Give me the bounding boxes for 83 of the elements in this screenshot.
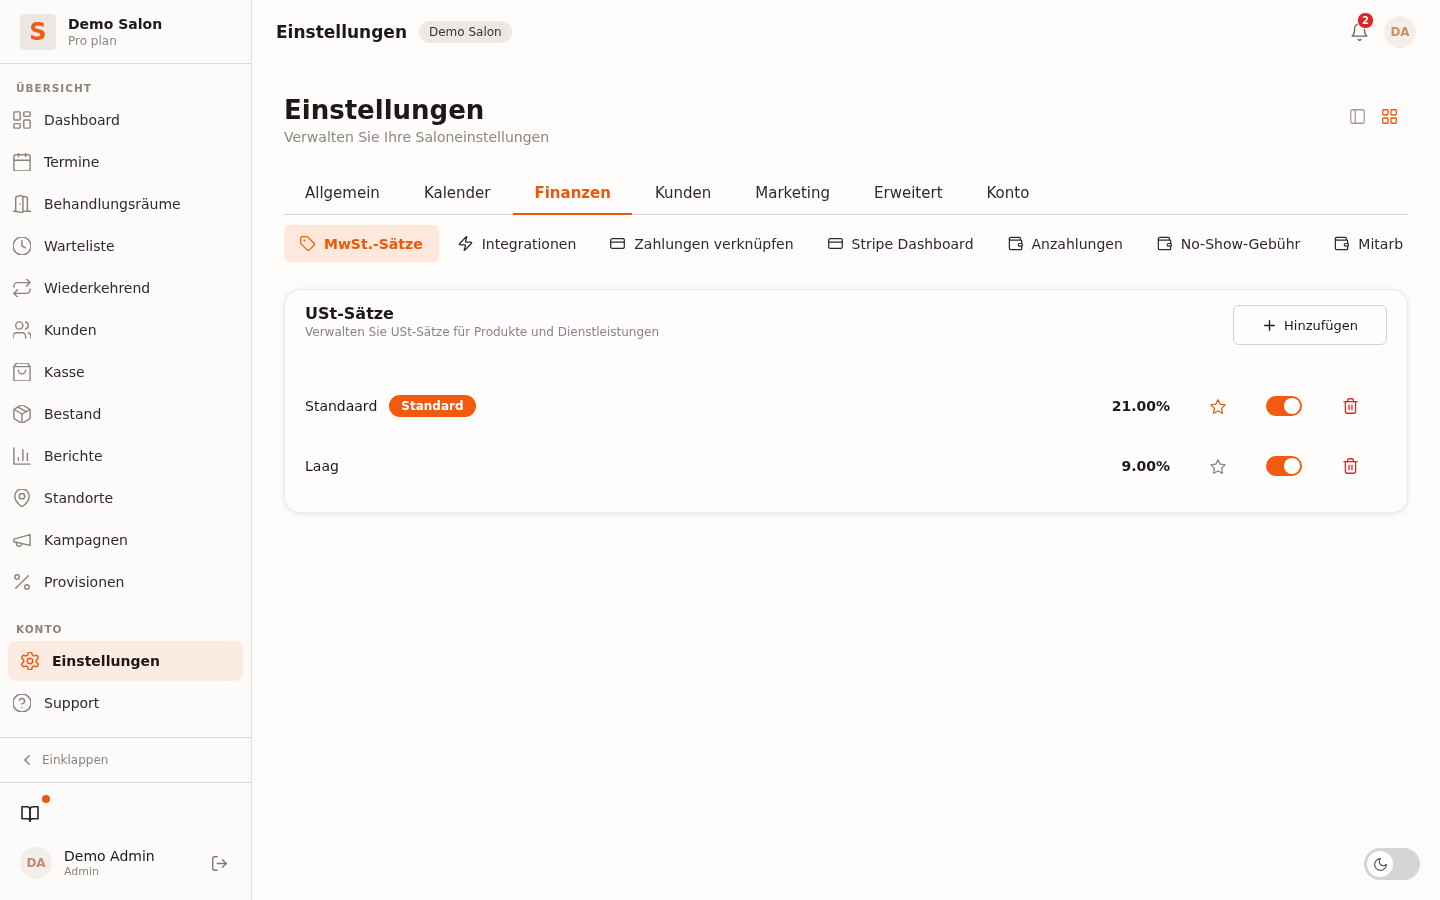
subtab[interactable]: Zahlungen verknüpfen (595, 225, 809, 262)
section-heading: KONTO (15, 622, 64, 636)
tab[interactable]: Kalender (402, 173, 512, 215)
credit-card-icon (827, 236, 843, 251)
plan-label: Pro plan (68, 32, 118, 49)
megaphone-icon (13, 531, 31, 549)
salon-badge: Demo Salon (419, 20, 512, 43)
clock-icon (13, 237, 31, 255)
sidebar-item[interactable]: Kampagnen (0, 519, 251, 561)
rate-value: 9.00% (1121, 458, 1170, 474)
percent-icon (13, 573, 31, 591)
open-book-icon[interactable] (21, 806, 39, 822)
wallet-icon (1007, 236, 1023, 251)
header-title: Einstellungen (276, 21, 407, 42)
sidebar-item[interactable]: Dashboard (0, 99, 251, 141)
trash-icon[interactable] (1342, 458, 1358, 474)
theme-toggle[interactable] (1364, 848, 1420, 880)
tab[interactable]: Erweitert (853, 173, 964, 215)
sidebar-item[interactable]: Warteliste (0, 225, 251, 267)
sidebar-item[interactable]: Bestand (0, 393, 251, 435)
user-avatar: DA (20, 847, 52, 879)
page-subtitle: Verwalten Sie Ihre Saloneinstellungen (284, 128, 550, 147)
users-icon (13, 321, 31, 339)
toggle-switch[interactable] (1266, 456, 1302, 476)
trash-icon[interactable] (1342, 398, 1358, 414)
sidebar-item[interactable]: Provisionen (0, 561, 251, 603)
credit-card-icon (610, 236, 626, 251)
shopping-bag-icon (13, 363, 31, 381)
tab[interactable]: Konto (965, 173, 1051, 215)
page-title: Einstellungen (284, 95, 486, 125)
wallet-icon (1156, 236, 1172, 251)
star-icon[interactable] (1210, 458, 1226, 474)
sidebar-item[interactable]: Berichte (0, 435, 251, 477)
section-heading: ÜBERSICHT (15, 81, 93, 95)
subtab[interactable]: Stripe Dashboard (812, 225, 989, 262)
subtab[interactable]: Anzahlungen (992, 225, 1138, 262)
card-subtitle: Verwalten Sie USt-Sätze für Produkte und Dienstleistungen (305, 325, 660, 339)
add-button[interactable]: Hinzufügen (1233, 305, 1387, 345)
logout-icon[interactable] (212, 855, 227, 871)
calendar-icon (13, 153, 31, 171)
tab[interactable]: Marketing (734, 173, 852, 215)
sidebar-item[interactable]: Support (0, 682, 251, 724)
rate-value: 21.00% (1111, 398, 1170, 414)
repeat-arrows-icon (13, 279, 31, 297)
rate-name: Laag (305, 458, 339, 474)
tab[interactable]: Allgemein (284, 173, 401, 215)
subtab[interactable]: No-Show-Gebühr (1141, 225, 1316, 262)
sidebar-item[interactable]: Standorte (0, 477, 251, 519)
settings-icon (21, 652, 39, 670)
map-pin-icon (13, 489, 31, 507)
dashboard-grid-icon (13, 111, 31, 129)
tag-icon (300, 236, 315, 251)
card-title: USt-Sätze (305, 304, 395, 324)
brand-name: Demo Salon (68, 14, 163, 33)
door-icon (13, 195, 31, 213)
sidebar-item[interactable]: Einstellungen (8, 641, 243, 681)
chevron-left-icon (24, 755, 30, 765)
side-panel-icon[interactable] (1350, 109, 1365, 124)
notification-count: 2 (1357, 11, 1374, 29)
toggle-switch[interactable] (1266, 396, 1302, 416)
subtab[interactable]: Integrationen (442, 225, 592, 262)
sidebar-item[interactable]: Kasse (0, 351, 251, 393)
grid-icon[interactable] (1382, 109, 1397, 124)
star-icon[interactable] (1210, 398, 1226, 414)
package-icon (13, 405, 31, 423)
subtab[interactable]: Mitarb (1319, 225, 1404, 262)
user-name: Demo Admin (64, 847, 156, 865)
sidebar-item[interactable]: Termine (0, 141, 251, 183)
default-badge: Standard (389, 395, 476, 417)
sidebar-item[interactable]: Kunden (0, 309, 251, 351)
bell-icon[interactable] (1351, 22, 1368, 41)
lightning-icon (457, 236, 473, 251)
rate-name: Standaard (305, 398, 378, 414)
collapse-button[interactable]: Einklappen (0, 737, 251, 783)
sidebar-item[interactable]: Wiederkehrend (0, 267, 251, 309)
tab[interactable]: Kunden (633, 173, 733, 215)
wallet-icon (1334, 236, 1350, 251)
sidebar-item[interactable]: Behandlungsräume (0, 183, 251, 225)
moon-icon (1373, 857, 1387, 871)
user-role: Admin (64, 865, 101, 879)
bar-chart-icon (13, 447, 31, 465)
brand-logo: S (20, 13, 56, 50)
plus-icon (1264, 319, 1275, 331)
